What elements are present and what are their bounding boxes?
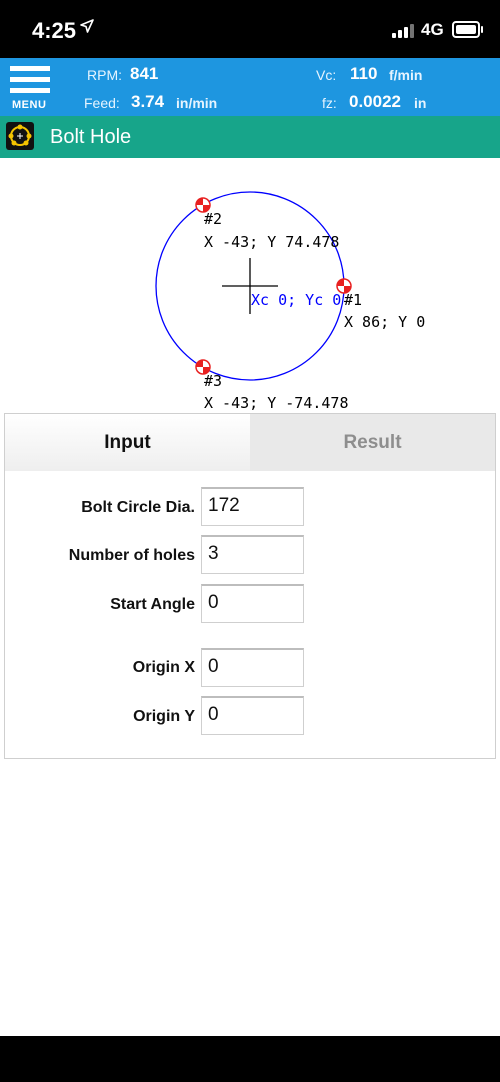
number-of-holes-label: Number of holes bbox=[68, 547, 195, 564]
fz-value: 0.0022 bbox=[349, 92, 401, 111]
bolt-hole-diagram: Xc 0; Yc 0 #1 X 86; Y 0 #2 X -43; Y 74.4… bbox=[0, 158, 500, 413]
bolt-circle-dia-field[interactable]: 172 bbox=[201, 487, 304, 526]
start-angle-field[interactable]: 0 bbox=[201, 584, 304, 623]
hole-2-coords: X -43; Y 74.478 bbox=[204, 233, 339, 251]
location-arrow-icon bbox=[80, 17, 94, 38]
network-type: 4G bbox=[421, 20, 444, 39]
menu-label: MENU bbox=[12, 99, 47, 111]
status-time: 4:25 bbox=[32, 18, 77, 43]
vc-value: 110 bbox=[350, 64, 378, 83]
home-indicator-bar bbox=[0, 1036, 500, 1082]
bolt-hole-app-icon bbox=[6, 122, 34, 150]
hole-1-id: #1 bbox=[344, 291, 362, 309]
bolt-circle-dia-label: Bolt Circle Dia. bbox=[81, 499, 195, 516]
center-label: Xc 0; Yc 0 bbox=[251, 291, 341, 309]
origin-y-field[interactable]: 0 bbox=[201, 696, 304, 735]
title-bar: Bolt Hole bbox=[0, 116, 500, 158]
hamburger-icon bbox=[10, 66, 50, 71]
tab-input[interactable]: Input bbox=[5, 414, 251, 471]
page-title: Bolt Hole bbox=[50, 126, 132, 148]
vc-label: Vc: bbox=[316, 67, 337, 83]
start-angle-label: Start Angle bbox=[110, 596, 195, 613]
rpm-label: RPM: bbox=[87, 67, 122, 83]
input-panel: Input Result Bolt Circle Dia. 172 Number… bbox=[4, 413, 496, 759]
hole-3-coords: X -43; Y -74.478 bbox=[204, 394, 349, 412]
origin-x-label: Origin X bbox=[132, 659, 195, 676]
origin-y-label: Origin Y bbox=[133, 708, 195, 725]
top-bar: MENU RPM: 841 Feed: 3.74 in/min Vc: 110 … bbox=[0, 58, 500, 116]
feed-value: 3.74 bbox=[131, 92, 165, 111]
vc-unit: f/min bbox=[389, 67, 423, 83]
battery-icon bbox=[452, 21, 483, 38]
fz-unit: in bbox=[414, 95, 427, 111]
menu-button[interactable]: MENU bbox=[10, 66, 50, 111]
tab-result[interactable]: Result bbox=[250, 414, 495, 471]
signal-icon bbox=[392, 22, 418, 38]
feed-label: Feed: bbox=[84, 95, 120, 111]
hole-2-id: #2 bbox=[204, 210, 222, 228]
fz-label: fz: bbox=[322, 95, 337, 111]
feed-unit: in/min bbox=[176, 95, 218, 111]
hole-3-id: #3 bbox=[204, 372, 222, 390]
rpm-value: 841 bbox=[130, 64, 159, 83]
number-of-holes-field[interactable]: 3 bbox=[201, 535, 304, 574]
hole-1-coords: X 86; Y 0 bbox=[344, 313, 425, 331]
status-bar: 4:25 4G bbox=[0, 0, 500, 58]
origin-x-field[interactable]: 0 bbox=[201, 648, 304, 687]
